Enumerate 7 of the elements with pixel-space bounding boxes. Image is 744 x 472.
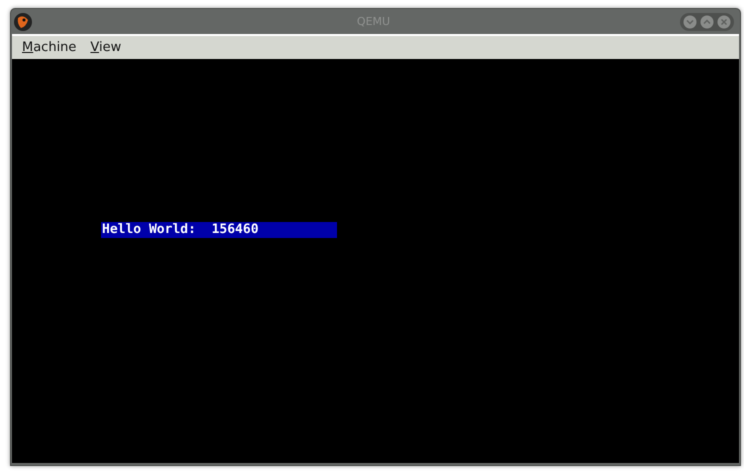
menu-item[interactable]: Machine [22,40,76,55]
console-text: Hello World: 156460 [101,222,337,238]
minimize-button[interactable] [683,14,697,28]
app-icon[interactable] [13,12,33,32]
maximize-button[interactable] [700,14,714,28]
menu-item[interactable]: View [90,40,122,55]
close-button[interactable] [717,14,731,28]
